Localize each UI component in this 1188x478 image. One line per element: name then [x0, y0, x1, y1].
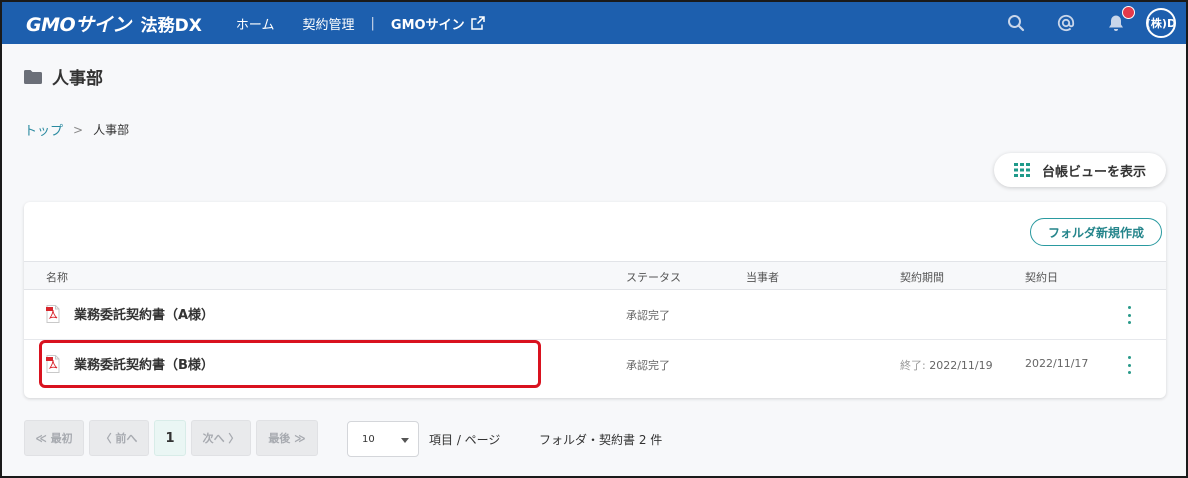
prev-page-button[interactable]: 〈 前へ — [89, 420, 149, 456]
page-number-current[interactable]: 1 — [154, 420, 186, 456]
column-header-period[interactable]: 契約期間 — [900, 269, 944, 285]
kebab-menu-icon — [1127, 306, 1131, 309]
caret-down-icon — [401, 438, 409, 443]
logo-product: 法務DX — [140, 15, 202, 36]
notification-button[interactable] — [1106, 6, 1135, 33]
row-menu-button[interactable] — [1124, 306, 1134, 324]
kebab-menu-icon — [1127, 356, 1131, 359]
per-page-value: 10 — [362, 433, 375, 445]
pdf-file-icon — [46, 304, 60, 323]
column-header-party[interactable]: 当事者 — [746, 269, 779, 285]
page-title-text: 人事部 — [52, 69, 103, 89]
column-header-name[interactable]: 名称 — [46, 269, 68, 285]
grid-icon — [1013, 163, 1030, 177]
mention-icon — [1057, 14, 1075, 32]
header-actions: (株)D — [976, 6, 1176, 38]
search-icon — [1008, 15, 1025, 32]
bell-icon — [1109, 15, 1123, 31]
document-list-card: フォルダ新規作成 名称 ステータス 当事者 契約期間 契約日 業務委託契約書（A… — [24, 202, 1166, 398]
breadcrumb: トップ > 人事部 — [24, 120, 130, 140]
nav-gmo-sign-external[interactable]: GMOサイン — [391, 14, 485, 33]
nav-separator: | — [370, 15, 375, 31]
notification-badge — [1122, 6, 1135, 19]
document-name[interactable]: 業務委託契約書（A様） — [46, 304, 214, 323]
last-page-button[interactable]: 最後 ≫ — [256, 420, 318, 456]
table-row[interactable]: 業務委託契約書（A様） 承認完了 — [24, 290, 1166, 340]
document-status: 承認完了 — [626, 309, 670, 322]
new-folder-button[interactable]: フォルダ新規作成 — [1030, 218, 1162, 246]
mention-button[interactable] — [1056, 13, 1076, 33]
item-count: フォルダ・契約書 2 件 — [539, 433, 663, 447]
document-name[interactable]: 業務委託契約書（B様） — [46, 354, 214, 373]
contract-date: 2022/11/17 — [1025, 357, 1089, 370]
pdf-file-icon — [46, 354, 60, 373]
table-header: 名称 ステータス 当事者 契約期間 契約日 — [24, 261, 1166, 290]
contract-period-end: 2022/11/19 — [929, 359, 993, 372]
breadcrumb-separator: > — [73, 122, 84, 137]
ledger-view-button[interactable]: 台帳ビューを表示 — [994, 153, 1166, 187]
document-name-text: 業務委託契約書（A様） — [74, 308, 215, 323]
user-avatar[interactable]: (株)D — [1146, 8, 1176, 38]
column-header-date[interactable]: 契約日 — [1025, 269, 1058, 285]
app-logo[interactable]: GMOサイン 法務DX — [26, 10, 202, 37]
nav-home[interactable]: ホーム — [236, 14, 275, 33]
document-status: 承認完了 — [626, 359, 670, 372]
table-row[interactable]: 業務委託契約書（B様） 承認完了 終了: 2022/11/19 2022/11/… — [24, 340, 1166, 390]
external-link-icon — [470, 16, 485, 30]
document-name-text: 業務委託契約書（B様） — [74, 358, 214, 373]
pagination: ≪ 最初 〈 前へ 1 次へ 〉 最後 ≫ 10 項目 / ページ フォルダ・契… — [24, 420, 662, 457]
column-header-status[interactable]: ステータス — [626, 269, 681, 285]
main-nav: ホーム 契約管理 | GMOサイン — [236, 14, 513, 33]
nav-gmo-sign-label: GMOサイン — [390, 17, 465, 33]
per-page-label: 項目 / ページ — [429, 433, 501, 447]
per-page-select[interactable]: 10 — [347, 421, 419, 457]
search-button[interactable] — [1006, 13, 1026, 33]
first-page-button[interactable]: ≪ 最初 — [24, 420, 84, 456]
folder-icon — [24, 69, 42, 84]
page-title: 人事部 — [24, 64, 103, 89]
top-navigation-bar: GMOサイン 法務DX ホーム 契約管理 | GMOサイン (株)D — [2, 2, 1186, 44]
logo-brand: GMOサイン — [26, 13, 131, 36]
row-menu-button[interactable] — [1124, 356, 1134, 374]
contract-period-label: 終了: — [900, 359, 930, 372]
breadcrumb-top[interactable]: トップ — [24, 120, 63, 139]
ledger-view-label: 台帳ビューを表示 — [1041, 164, 1146, 180]
nav-contract-management[interactable]: 契約管理 — [303, 14, 355, 33]
breadcrumb-current: 人事部 — [93, 123, 130, 137]
contract-period: 終了: 2022/11/19 — [900, 357, 993, 373]
next-page-button[interactable]: 次へ 〉 — [191, 420, 251, 456]
